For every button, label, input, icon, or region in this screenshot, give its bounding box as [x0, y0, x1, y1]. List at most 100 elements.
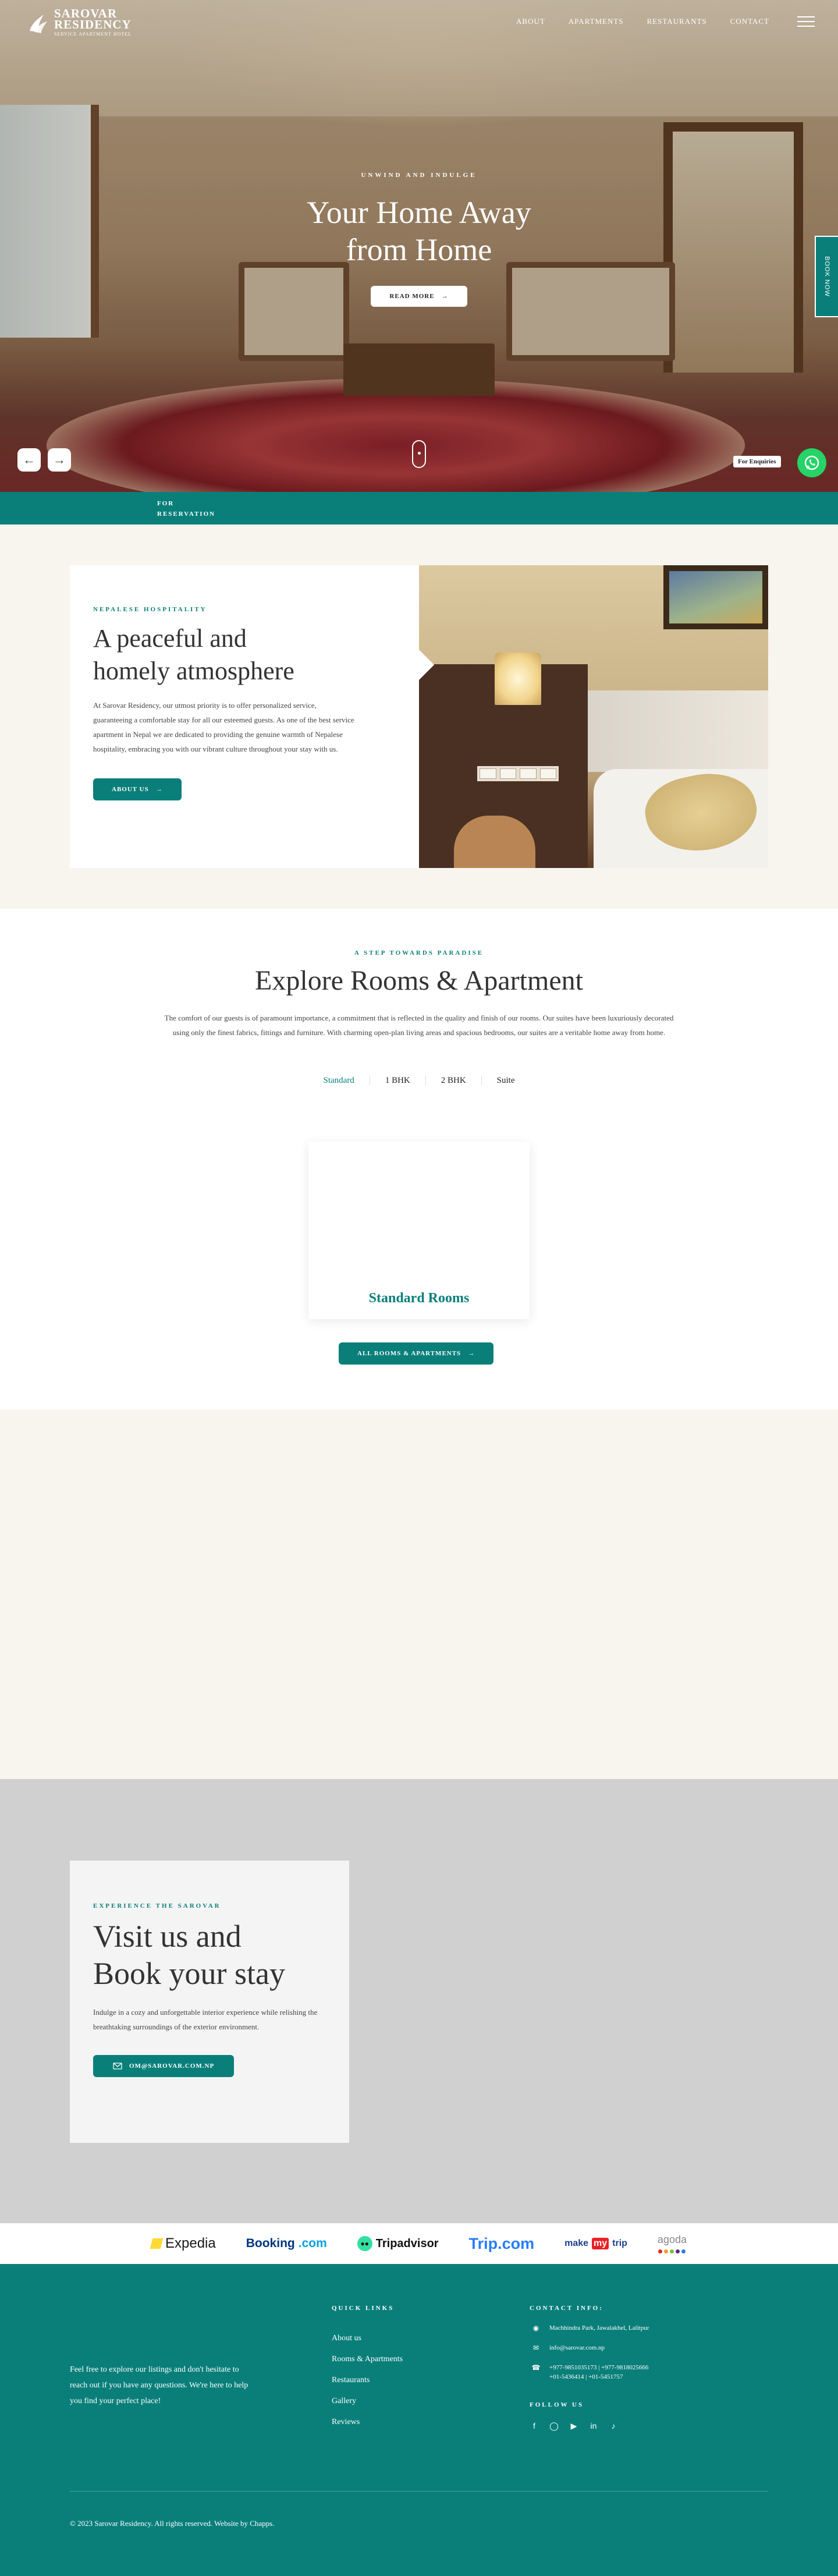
- hero-title: Your Home Away from Home: [0, 194, 838, 268]
- visit-title-line2: Book your stay: [93, 1956, 285, 1991]
- hero-title-line2: from Home: [346, 232, 492, 267]
- whatsapp-icon: [804, 455, 819, 470]
- linkedin-icon[interactable]: in: [589, 2421, 598, 2431]
- partner-agoda-label: agoda: [657, 2233, 687, 2245]
- tab-suite[interactable]: Suite: [482, 1076, 530, 1085]
- visit-kicker: EXPERIENCE THE SAROVAR: [93, 1902, 221, 1909]
- tab-1bhk[interactable]: 1 BHK: [370, 1076, 426, 1085]
- quick-links: QUICK LINKS About us Rooms & Apartments …: [332, 2305, 403, 2433]
- contact-phone-1[interactable]: +977-9851035173 | +977-9818025666: [549, 2364, 648, 2371]
- phone-icon: ☎: [531, 2364, 541, 2372]
- footer-divider: [70, 2491, 768, 2492]
- content-band: [0, 1409, 838, 1779]
- all-rooms-label: ALL ROOMS & APARTMENTS: [357, 1350, 461, 1357]
- all-rooms-button[interactable]: ALL ROOMS & APARTMENTS →: [339, 1342, 494, 1365]
- footer-tagline: Feel free to explore our listings and do…: [70, 2365, 248, 2405]
- partner-agoda[interactable]: agoda: [658, 2234, 687, 2253]
- rooms-section: A STEP TOWARDS PARADISE Explore Rooms & …: [0, 909, 838, 1409]
- about-card: NEPALESE HOSPITALITY A peaceful and home…: [70, 565, 419, 868]
- visit-section: EXPERIENCE THE SAROVAR Visit us and Book…: [0, 1779, 838, 2223]
- tab-standard[interactable]: Standard: [308, 1076, 370, 1085]
- rooms-kicker: A STEP TOWARDS PARADISE: [354, 949, 484, 956]
- arrow-left-icon: ←: [23, 452, 35, 467]
- read-more-label: READ MORE: [389, 293, 435, 300]
- about-title: A peaceful and homely atmosphere: [93, 622, 396, 688]
- room-card[interactable]: Standard Rooms: [308, 1142, 530, 1319]
- book-now-tab[interactable]: BOOK NOW: [815, 236, 838, 317]
- hero-title-line1: Your Home Away: [307, 195, 531, 230]
- arrow-right-icon: →: [468, 1350, 475, 1357]
- footer-link-restaurants[interactable]: Restaurants: [332, 2370, 403, 2391]
- partner-expedia[interactable]: Expedia: [150, 2235, 216, 2252]
- visit-title: Visit us and Book your stay: [93, 1918, 326, 1992]
- hero-kicker: UNWIND AND INDULGE: [361, 172, 477, 179]
- partner-booking[interactable]: Booking .com: [246, 2237, 327, 2251]
- partner-makemytrip[interactable]: make my trip: [564, 2238, 627, 2249]
- lamp: [495, 653, 541, 705]
- nav-apartments[interactable]: APARTMENTS: [569, 17, 624, 26]
- scroll-indicator-icon[interactable]: [412, 440, 426, 468]
- partner-tripcom[interactable]: Trip.com: [469, 2235, 535, 2253]
- rooms-text: The comfort of our guests is of paramoun…: [164, 1014, 674, 1037]
- reservation-label-line1: FOR: [157, 500, 175, 507]
- arrow-right-icon: →: [441, 293, 449, 300]
- visit-title-line1: Visit us and: [93, 1919, 242, 1954]
- partner-mmt-my: my: [592, 2238, 609, 2249]
- card-notch: [419, 650, 434, 680]
- site-logo[interactable]: SAROVAR RESIDENCY SERVICE APARTMENT HOTE…: [26, 8, 132, 37]
- read-more-button[interactable]: READ MORE →: [371, 286, 467, 307]
- reservation-label: FOR RESERVATION: [157, 498, 215, 519]
- contact-heading: CONTACT INFO:: [530, 2305, 603, 2312]
- whatsapp-button[interactable]: [797, 448, 826, 477]
- mail-icon: [113, 2063, 122, 2070]
- partner-mmt-make: make: [564, 2238, 589, 2248]
- partner-tripadvisor[interactable]: ●● Tripadvisor: [357, 2236, 439, 2251]
- about-us-label: ABOUT US: [112, 786, 149, 793]
- partner-tripadvisor-label: Tripadvisor: [375, 2237, 439, 2250]
- partner-mmt-trip: trip: [612, 2238, 627, 2248]
- slider-next-button[interactable]: →: [48, 448, 71, 472]
- nav-contact[interactable]: CONTACT: [730, 17, 769, 26]
- rooms-title: Explore Rooms & Apartment: [255, 965, 583, 996]
- contact-phone-2[interactable]: +01-5436414 | +01-5451757: [549, 2373, 623, 2380]
- social-links: f ◯ ▶ in ♪: [530, 2421, 762, 2431]
- about-us-button[interactable]: ABOUT US →: [93, 778, 182, 800]
- contact-email[interactable]: info@sarovar.com.np: [549, 2343, 605, 2352]
- room-card-title: Standard Rooms: [368, 1291, 470, 1306]
- nav-restaurants[interactable]: RESTAURANTS: [647, 17, 707, 26]
- tripadvisor-owl-icon: ●●: [357, 2236, 372, 2251]
- hamburger-menu-icon[interactable]: [797, 16, 815, 27]
- agoda-dots-icon: [658, 2249, 686, 2253]
- reservation-bar: [0, 492, 838, 525]
- tab-2bhk[interactable]: 2 BHK: [426, 1076, 482, 1085]
- quick-links-heading: QUICK LINKS: [332, 2305, 395, 2312]
- partner-booking-label: Booking: [246, 2237, 295, 2250]
- about-section: NEPALESE HOSPITALITY A peaceful and home…: [0, 525, 838, 909]
- arrow-right-icon: →: [155, 786, 163, 793]
- tiktok-icon[interactable]: ♪: [609, 2421, 618, 2431]
- facebook-icon[interactable]: f: [530, 2421, 539, 2431]
- footer-link-gallery[interactable]: Gallery: [332, 2391, 403, 2412]
- youtube-icon[interactable]: ▶: [569, 2421, 578, 2431]
- about-kicker: NEPALESE HOSPITALITY: [93, 606, 207, 613]
- footer-link-reviews[interactable]: Reviews: [332, 2412, 403, 2433]
- partner-expedia-label: Expedia: [165, 2235, 216, 2251]
- email-button[interactable]: OM@SAROVAR.COM.NP: [93, 2055, 235, 2077]
- visit-card: EXPERIENCE THE SAROVAR Visit us and Book…: [70, 1861, 349, 2143]
- footer-link-rooms[interactable]: Rooms & Apartments: [332, 2349, 403, 2370]
- site-footer: Feel free to explore our listings and do…: [0, 2264, 838, 2576]
- partner-tripcom-label: Trip.com: [468, 2234, 535, 2252]
- enquiries-label[interactable]: For Enquiries: [733, 456, 781, 467]
- about-title-line2: homely atmosphere: [93, 657, 294, 685]
- hero-content: UNWIND AND INDULGE Your Home Away from H…: [0, 172, 838, 307]
- slider-prev-button[interactable]: ←: [17, 448, 41, 472]
- book-now-label: BOOK NOW: [823, 256, 831, 297]
- partner-booking-suffix: .com: [298, 2237, 327, 2250]
- instagram-icon[interactable]: ◯: [549, 2421, 559, 2431]
- logo-tagline: SERVICE APARTMENT HOTEL: [54, 31, 132, 37]
- footer-link-about[interactable]: About us: [332, 2328, 403, 2349]
- logo-name-line2: RESIDENCY: [54, 17, 132, 31]
- partners-strip: Expedia Booking .com ●● Tripadvisor Trip.…: [0, 2223, 838, 2264]
- nav-about[interactable]: ABOUT: [516, 17, 545, 26]
- copyright-text: © 2023 Sarovar Residency. All rights res…: [70, 2519, 275, 2528]
